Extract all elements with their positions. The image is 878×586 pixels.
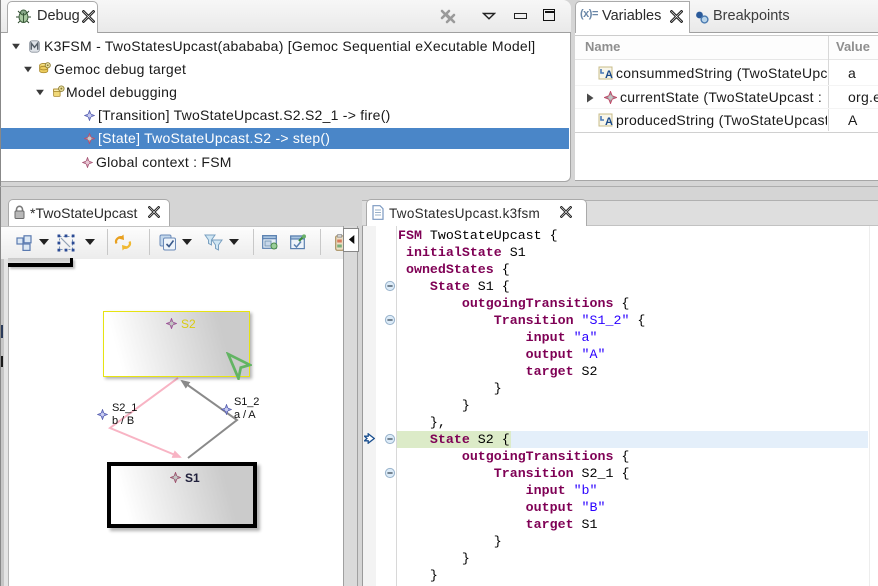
svg-text:A: A [605,116,613,128]
svg-text:A: A [605,69,613,81]
